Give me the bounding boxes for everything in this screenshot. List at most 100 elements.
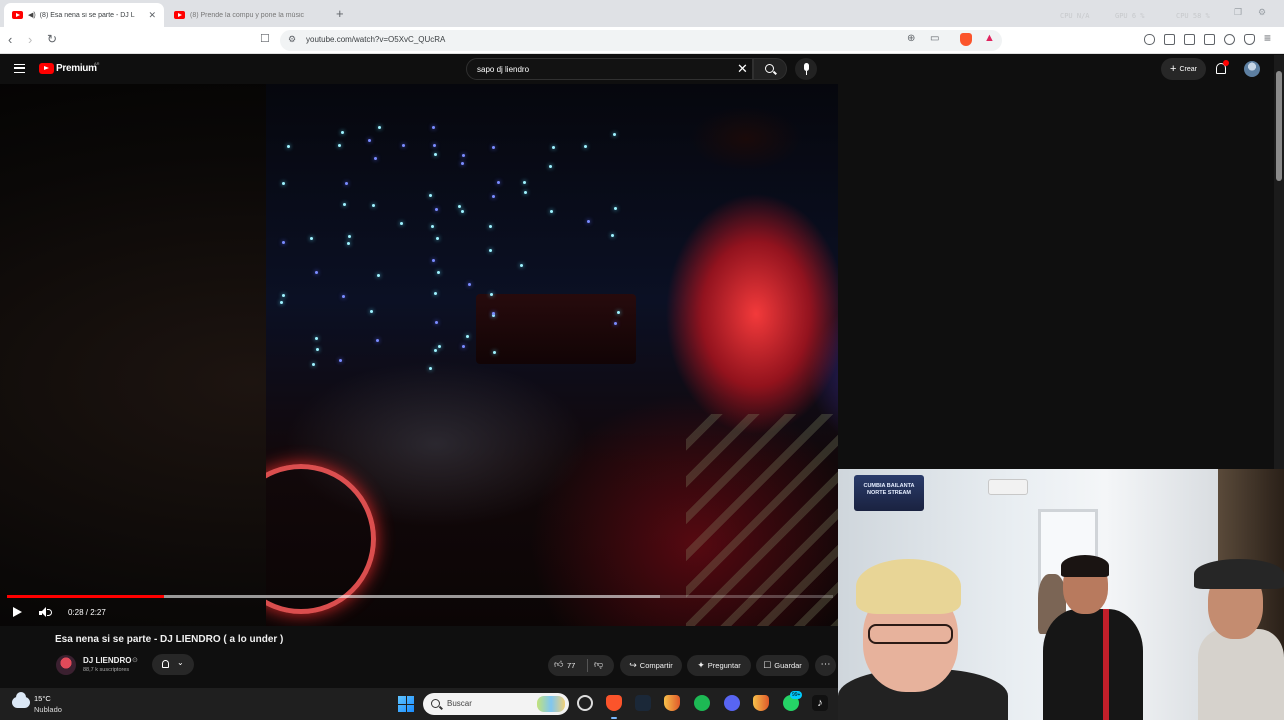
steam-icon[interactable] — [635, 695, 651, 711]
site-info-icon[interactable]: ⚙ — [288, 34, 296, 45]
led-light — [519, 264, 523, 268]
led-light — [489, 293, 493, 297]
led-light — [282, 294, 286, 298]
led-light — [281, 240, 285, 244]
youtube-premium-logo[interactable]: Premium — [56, 63, 97, 74]
share-label: Compartir — [639, 661, 673, 670]
led-light — [433, 152, 437, 156]
person-center-hair — [1061, 555, 1109, 577]
led-light — [436, 270, 440, 274]
ask-label: Preguntar — [707, 661, 741, 670]
ask-button[interactable]: ✦ Preguntar — [687, 655, 751, 676]
close-tab-icon[interactable]: ✕ — [148, 10, 156, 21]
bookmark-icon[interactable]: ☐ — [260, 32, 270, 45]
vanguard-icon[interactable] — [664, 695, 680, 711]
led-light — [488, 248, 492, 252]
obs-icon[interactable] — [577, 695, 593, 711]
discord-icon[interactable] — [724, 695, 740, 711]
video-frame[interactable] — [266, 84, 838, 626]
create-button[interactable]: + Crear — [1161, 58, 1206, 80]
person-front-hair — [856, 559, 961, 614]
audio-playing-icon[interactable]: ◀) — [28, 11, 36, 19]
brave-rewards-icon[interactable]: ▲ — [984, 32, 995, 44]
more-actions-icon[interactable]: ⋯ — [815, 655, 836, 676]
clear-search-icon[interactable]: ✕ — [737, 61, 748, 77]
voice-search-icon[interactable] — [795, 58, 817, 80]
app-shield-icon[interactable] — [753, 695, 769, 711]
led-light — [462, 344, 466, 348]
channel-name[interactable]: DJ LIENDRO — [83, 656, 131, 665]
weather-condition[interactable]: Nublado — [34, 705, 62, 714]
restore-icon[interactable]: ❐ — [1234, 7, 1242, 18]
dj-deck — [476, 294, 636, 364]
tab-title: (8) Prende la compu y pone la músic — [190, 11, 304, 19]
dislike-icon[interactable]: 👎︎ — [594, 659, 603, 670]
progress-bar[interactable] — [7, 595, 833, 598]
cpu-usage-stat: CPU 58 % — [1176, 12, 1210, 20]
chevron-down-icon: ⌄ — [177, 658, 184, 667]
brave-browser-icon[interactable] — [606, 695, 622, 711]
led-light — [401, 143, 405, 147]
leo-icon[interactable] — [1224, 34, 1235, 45]
led-light — [428, 193, 432, 197]
cloud-icon[interactable] — [12, 692, 30, 708]
extensions-icon[interactable] — [1144, 34, 1155, 45]
led-light — [377, 273, 381, 277]
led-light — [433, 291, 437, 295]
search-input[interactable]: sapo dj liendro ✕ — [466, 58, 753, 80]
windows-start-icon[interactable] — [398, 696, 414, 712]
volume-wave-icon — [47, 609, 52, 616]
zoom-icon[interactable]: ⊕ — [907, 33, 915, 44]
save-button[interactable]: ☐ Guardar — [756, 655, 809, 676]
scrollbar-thumb[interactable] — [1276, 71, 1282, 181]
led-light — [341, 131, 345, 135]
media-icon[interactable] — [1164, 34, 1175, 45]
led-light — [583, 145, 587, 149]
search-highlight-art — [537, 696, 565, 712]
led-light — [614, 207, 618, 211]
address-bar[interactable]: ⚙ youtube.com/watch?v=O5XvC_QUcRA ⊕ ▭ ▲ — [280, 30, 1002, 51]
cast-icon[interactable]: ▭ — [930, 33, 939, 44]
spotify-icon[interactable] — [694, 695, 710, 711]
sparkle-icon: ✦ — [697, 660, 705, 670]
like-dislike-button[interactable]: 👍︎ 77 👎︎ — [548, 655, 614, 676]
cpu-stat: CPU N/A — [1060, 12, 1090, 20]
account-avatar[interactable] — [1244, 61, 1260, 77]
vpn-icon[interactable] — [1244, 34, 1255, 45]
notification-dot — [1223, 60, 1229, 66]
air-conditioner — [988, 479, 1028, 495]
brave-shield-icon[interactable] — [960, 33, 972, 46]
tab-title: (8) Esa nena si se parte - DJ L — [39, 11, 135, 19]
like-icon[interactable]: 👍︎ — [554, 659, 563, 670]
subscription-bell-button[interactable]: ⌄ — [152, 654, 194, 675]
search-icon — [431, 699, 440, 708]
gpu-stat: GPU 6 % — [1115, 12, 1145, 20]
new-tab-button[interactable]: + — [336, 6, 344, 21]
weather-temperature[interactable]: 15°C — [34, 694, 51, 703]
tiktok-icon[interactable]: ♪ — [812, 695, 828, 711]
sidebar-icon[interactable] — [1184, 34, 1195, 45]
back-icon[interactable]: ‹ — [8, 32, 12, 47]
hamburger-menu-icon[interactable] — [14, 64, 25, 73]
webcam-overlay: CUMBIA BAILANTA NORTE STREAM — [838, 469, 1284, 720]
reload-icon[interactable]: ↻ — [47, 32, 57, 46]
settings-gear-icon[interactable]: ⚙ — [1258, 7, 1266, 18]
led-light — [430, 224, 434, 228]
wallet-icon[interactable] — [1204, 34, 1215, 45]
youtube-logo-icon[interactable] — [39, 63, 54, 74]
channel-avatar[interactable] — [56, 655, 76, 675]
menu-icon[interactable]: ≡ — [1264, 31, 1271, 45]
share-button[interactable]: ↪ Compartir — [620, 655, 682, 676]
search-button[interactable] — [753, 58, 787, 80]
led-light — [343, 202, 347, 206]
taskbar-search[interactable]: Buscar — [423, 693, 569, 715]
tab-prende-la-compu[interactable]: (8) Prende la compu y pone la músic — [166, 3, 332, 27]
url-text[interactable]: youtube.com/watch?v=O5XvC_QUcRA — [306, 35, 445, 44]
video-player[interactable]: 0:28 / 2:27 — [0, 84, 838, 626]
search-query[interactable]: sapo dj liendro — [477, 65, 529, 74]
forward-icon[interactable]: › — [28, 32, 32, 47]
tab-esa-nena[interactable]: ◀) (8) Esa nena si se parte - DJ L ✕ — [4, 3, 164, 27]
play-icon[interactable] — [13, 607, 22, 617]
led-light — [315, 336, 319, 340]
led-light — [552, 145, 556, 149]
